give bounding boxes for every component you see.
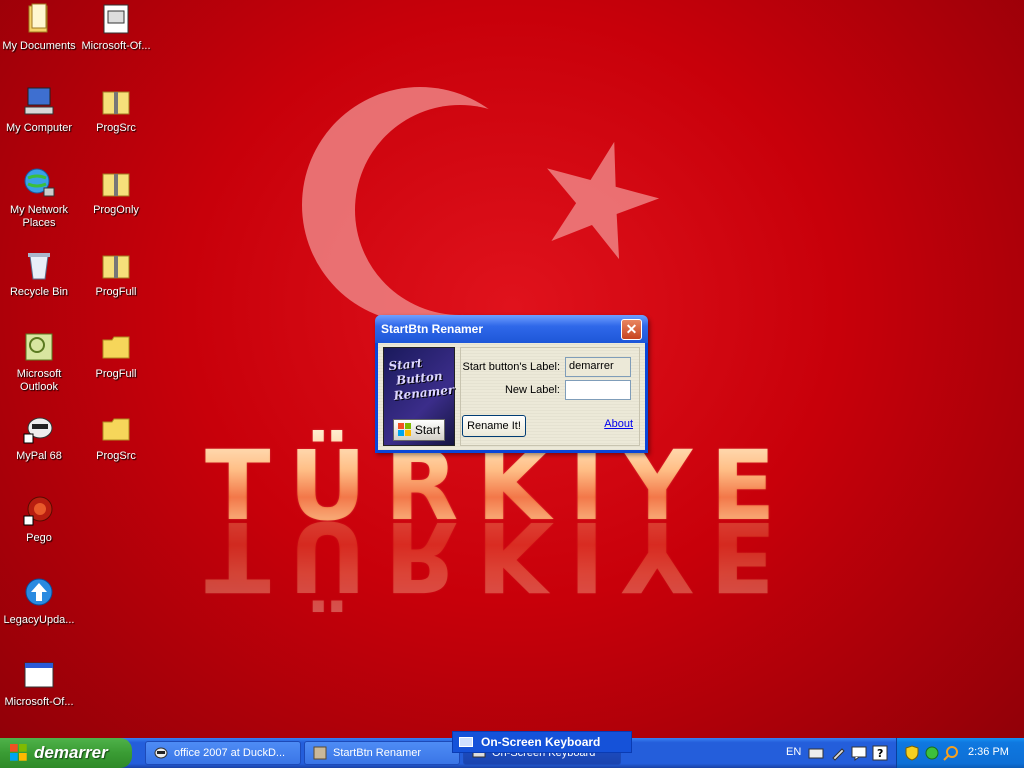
clock: 2:36 PM: [968, 746, 1009, 758]
pego-icon: [23, 496, 53, 526]
zip-folder-icon: [102, 173, 130, 197]
app-icon: [313, 746, 327, 760]
new-label-row: New Label:: [505, 380, 631, 400]
desktop-icon-legacyupdate[interactable]: LegacyUpda...: [0, 576, 78, 627]
pen-tool-icon[interactable]: [830, 745, 846, 761]
new-label-input[interactable]: [565, 380, 631, 400]
keyboard-layout-icon[interactable]: [808, 745, 824, 761]
start-button-label: demarrer: [34, 743, 108, 762]
help-icon[interactable]: ?: [872, 745, 888, 761]
security-shield-icon[interactable]: [904, 745, 920, 761]
close-button[interactable]: ✕: [621, 318, 642, 340]
zip-folder-icon: [102, 255, 130, 279]
desktop-icon-progonly[interactable]: ProgOnly: [77, 166, 155, 217]
rename-it-button[interactable]: Rename It!: [462, 415, 526, 437]
desktop-icon-progfull-2[interactable]: ProgFull: [77, 330, 155, 381]
desktop-icon-pego[interactable]: Pego: [0, 494, 78, 545]
zip-folder-icon: [102, 91, 130, 115]
desktop-icon-progsrc-1[interactable]: ProgSrc: [77, 84, 155, 135]
start-button[interactable]: demarrer: [0, 738, 132, 768]
start-label-row: Start button's Label: demarrer: [462, 357, 631, 377]
taskbar-item-browser-label: office 2007 at DuckD...: [174, 747, 286, 759]
desktop-icon-microsoft-outlook[interactable]: Microsoft Outlook: [0, 330, 78, 394]
update-arrow-icon: [25, 578, 53, 606]
tooltip-label: On-Screen Keyboard: [481, 735, 601, 749]
desktop-icon-mypal-68[interactable]: MyPal 68: [0, 412, 78, 463]
outlook-icon: [25, 333, 53, 361]
svg-text:?: ?: [877, 747, 883, 760]
desktop-icon-microsoft-office-1[interactable]: Microsoft-Of...: [77, 2, 155, 53]
start-label-caption: Start button's Label:: [462, 361, 561, 373]
on-screen-keyboard-tooltip: On-Screen Keyboard: [452, 731, 632, 753]
document-icon: [103, 4, 129, 34]
taskbar-item-startbtn-renamer[interactable]: StartBtn Renamer: [304, 741, 460, 765]
logo-text: Start Button Renamer: [388, 353, 455, 404]
window-icon: [24, 662, 54, 688]
network-globe-icon: [24, 168, 55, 197]
desktop-icon-microsoft-office-2[interactable]: Microsoft-Of...: [0, 658, 78, 709]
new-label-caption: New Label:: [504, 384, 560, 396]
desktop-icon-progsrc-2[interactable]: ProgSrc: [77, 412, 155, 463]
logo-panel: Start Button Renamer Start: [383, 347, 455, 446]
desktop-icon-my-network-places[interactable]: My Network Places: [0, 166, 78, 230]
language-indicator[interactable]: EN: [786, 746, 801, 758]
search-icon[interactable]: [943, 745, 959, 761]
form-panel: Start button's Label: demarrer New Label…: [460, 347, 640, 446]
start-label-field: demarrer: [565, 357, 631, 377]
dialog-client-area: Start Button Renamer Start Start button'…: [378, 343, 645, 450]
folder-documents-icon: [28, 3, 48, 33]
dialog-title: StartBtn Renamer: [381, 322, 484, 336]
windows-flag-icon: [397, 423, 411, 436]
keyboard-icon: [459, 737, 473, 747]
network-icon[interactable]: [924, 745, 940, 761]
logo-start-button-preview: Start: [393, 419, 445, 441]
chat-monitor-icon[interactable]: [851, 745, 867, 761]
windows-flag-icon: [10, 744, 27, 761]
raccoon-browser-icon: [154, 747, 168, 759]
logo-start-label: Start: [414, 423, 441, 437]
desktop-icon-my-documents[interactable]: My Documents: [0, 2, 78, 53]
taskbar-item-startbtn-label: StartBtn Renamer: [333, 747, 422, 759]
folder-icon: [102, 418, 130, 441]
startbtn-renamer-dialog: StartBtn Renamer ✕ Start Button Renamer …: [375, 315, 648, 453]
about-link[interactable]: About: [604, 418, 633, 430]
folder-icon: [102, 336, 130, 359]
raccoon-browser-icon: [23, 417, 53, 444]
desktop-icon-progfull-1[interactable]: ProgFull: [77, 248, 155, 299]
recycle-bin-icon: [28, 253, 50, 280]
desktop-icon-recycle-bin[interactable]: Recycle Bin: [0, 248, 78, 299]
taskbar-item-browser[interactable]: office 2007 at DuckD...: [145, 741, 301, 765]
computer-icon: [24, 87, 54, 115]
desktop-icon-my-computer[interactable]: My Computer: [0, 84, 78, 135]
wallpaper-title-reflection: TÜRKIYE: [205, 500, 794, 612]
dialog-titlebar[interactable]: StartBtn Renamer ✕: [375, 315, 648, 343]
